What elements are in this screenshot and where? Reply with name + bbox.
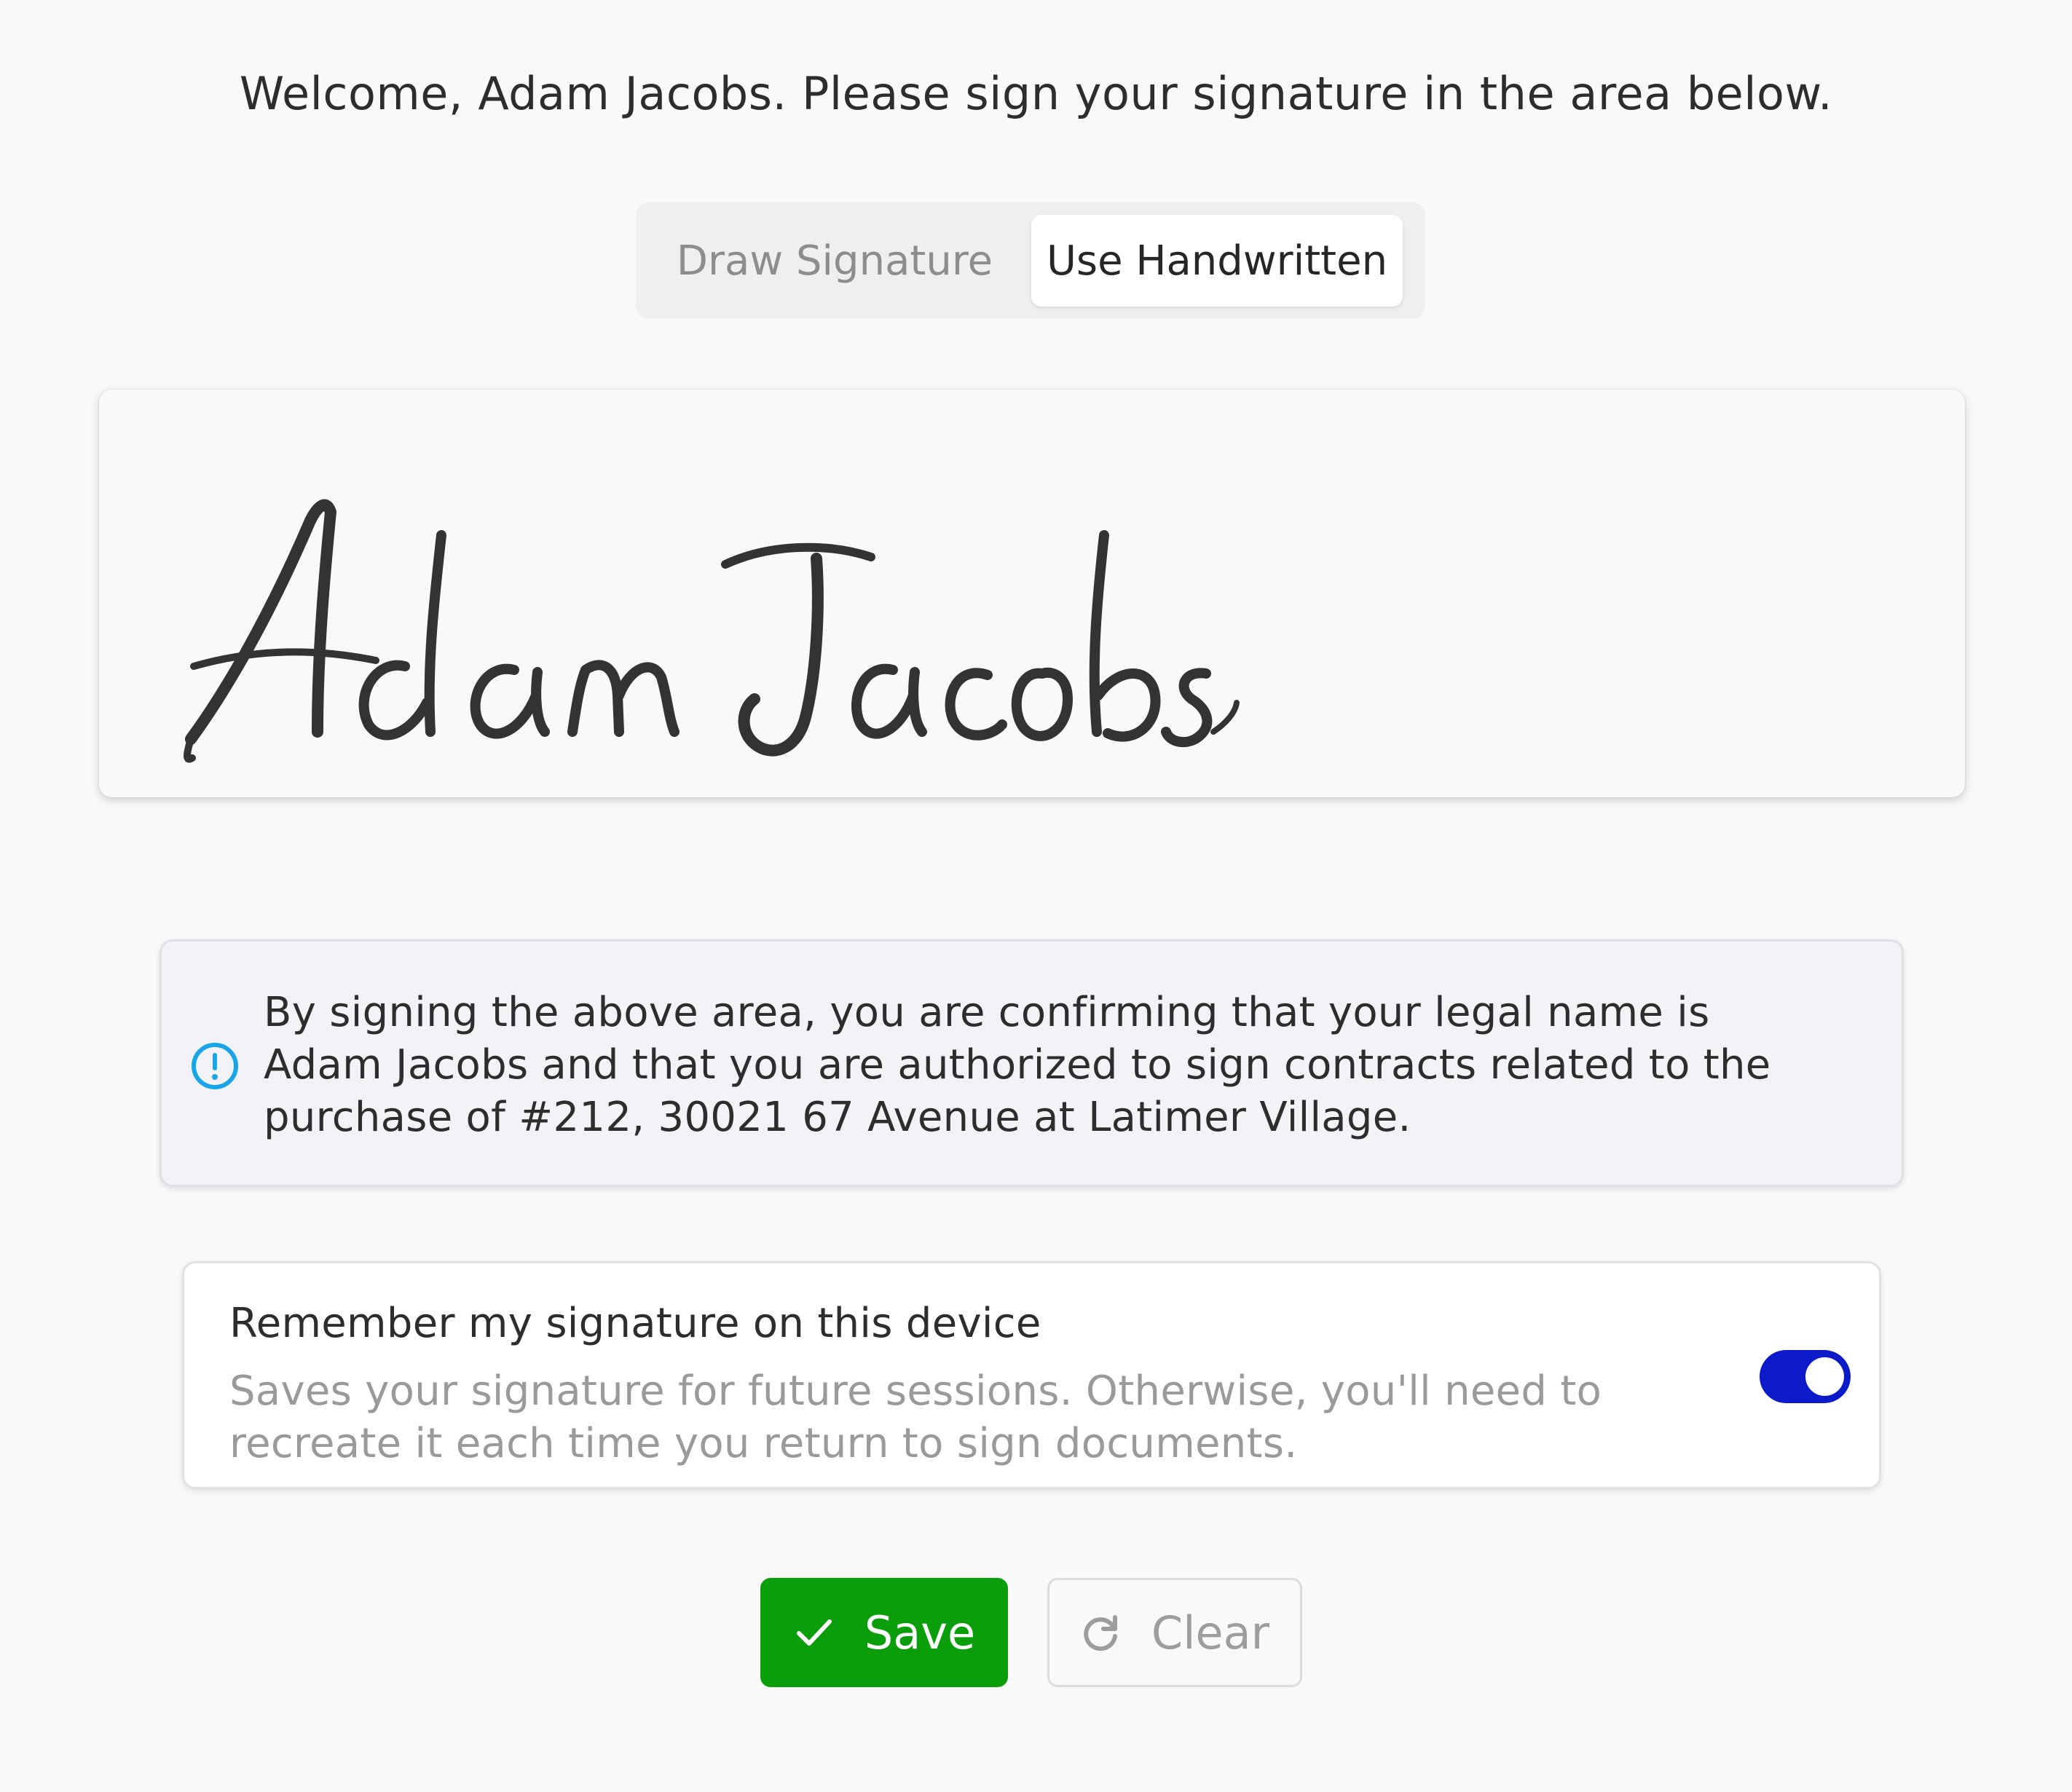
refresh-icon — [1084, 1615, 1117, 1651]
signature-area[interactable] — [99, 390, 1965, 797]
toggle-knob — [1805, 1357, 1844, 1396]
checkmark-icon — [796, 1619, 832, 1646]
clear-button-label: Clear — [1151, 1606, 1270, 1659]
remember-signature-toggle[interactable] — [1760, 1350, 1851, 1403]
signature-mode-switcher: Draw Signature Use Handwritten — [636, 202, 1425, 319]
use-handwritten-tab[interactable]: Use Handwritten — [1031, 215, 1403, 307]
draw-signature-tab[interactable]: Draw Signature — [649, 215, 1020, 307]
welcome-message: Welcome, Adam Jacobs. Please sign your s… — [239, 67, 1833, 120]
clear-button[interactable]: Clear — [1047, 1578, 1302, 1687]
remember-signature-description: Saves your signature for future sessions… — [229, 1367, 1602, 1467]
legal-notice-text: By signing the above area, you are confi… — [264, 989, 1771, 1141]
remember-signature-title: Remember my signature on this device — [229, 1300, 1041, 1347]
legal-notice: By signing the above area, you are confi… — [159, 939, 1904, 1187]
remember-signature-card: Remember my signature on this device Sav… — [182, 1261, 1881, 1489]
handwritten-signature — [184, 499, 1240, 763]
save-button[interactable]: Save — [760, 1578, 1008, 1687]
save-button-label: Save — [864, 1606, 976, 1659]
info-circle-icon — [192, 1043, 238, 1089]
